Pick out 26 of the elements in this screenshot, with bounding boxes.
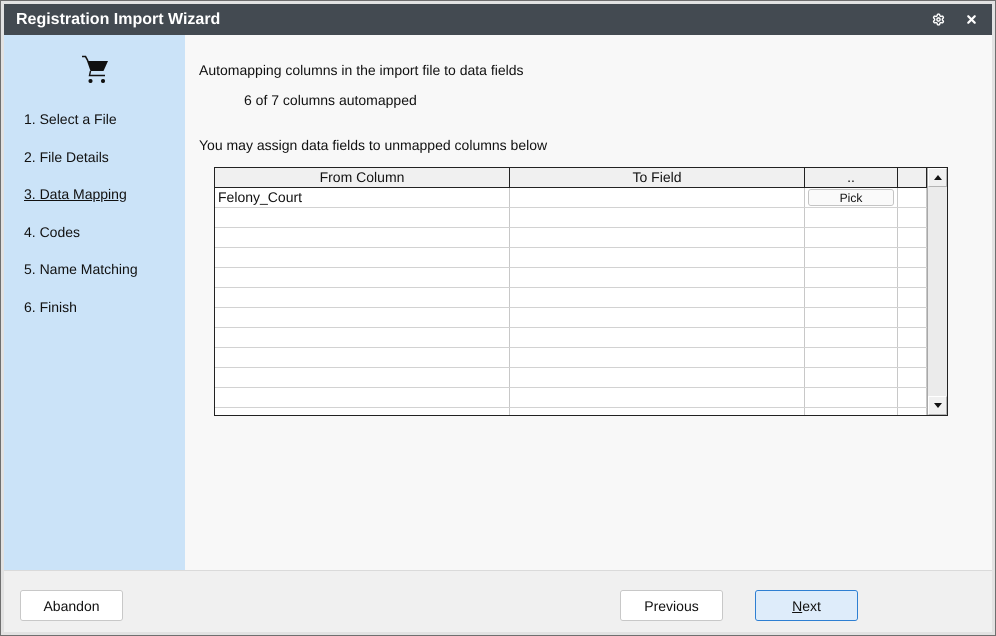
- wizard-step[interactable]: 2. File Details: [24, 148, 138, 166]
- vertical-scrollbar[interactable]: [927, 168, 947, 415]
- wizard-step[interactable]: 4. Codes: [24, 224, 138, 240]
- scroll-up-button[interactable]: [928, 168, 947, 187]
- wizard-step[interactable]: 6. Finish: [24, 298, 138, 316]
- caret-down-icon: [934, 403, 942, 408]
- wizard-step[interactable]: 5. Name Matching: [24, 261, 138, 278]
- window-title: Registration Import Wizard: [16, 10, 222, 28]
- wizard-button[interactable]: Abandon: [20, 590, 123, 621]
- pick-button[interactable]: Pick: [808, 189, 894, 206]
- wizard-button[interactable]: Next: [755, 590, 858, 621]
- caret-up-icon: [934, 175, 942, 180]
- column-header: From Column: [320, 168, 404, 187]
- automapped-summary: 6 of 7 columns automapped: [244, 92, 417, 109]
- cart-icon: [80, 55, 108, 84]
- table-cell: Felony_Court: [218, 188, 302, 207]
- wizard-step[interactable]: 1. Select a File: [24, 111, 138, 128]
- wizard-button[interactable]: Previous: [620, 590, 723, 621]
- wizard-step[interactable]: 3. Data Mapping: [24, 186, 138, 203]
- column-header: To Field: [632, 168, 682, 187]
- automapping-heading: Automapping columns in the import file to data fields: [199, 62, 524, 79]
- instruction-text: You may assign data fields to unmapped columns below: [199, 137, 548, 154]
- settings-icon[interactable]: [932, 13, 945, 26]
- close-icon[interactable]: [965, 13, 978, 26]
- scroll-down-button[interactable]: [928, 396, 947, 415]
- column-header: ..: [847, 168, 855, 187]
